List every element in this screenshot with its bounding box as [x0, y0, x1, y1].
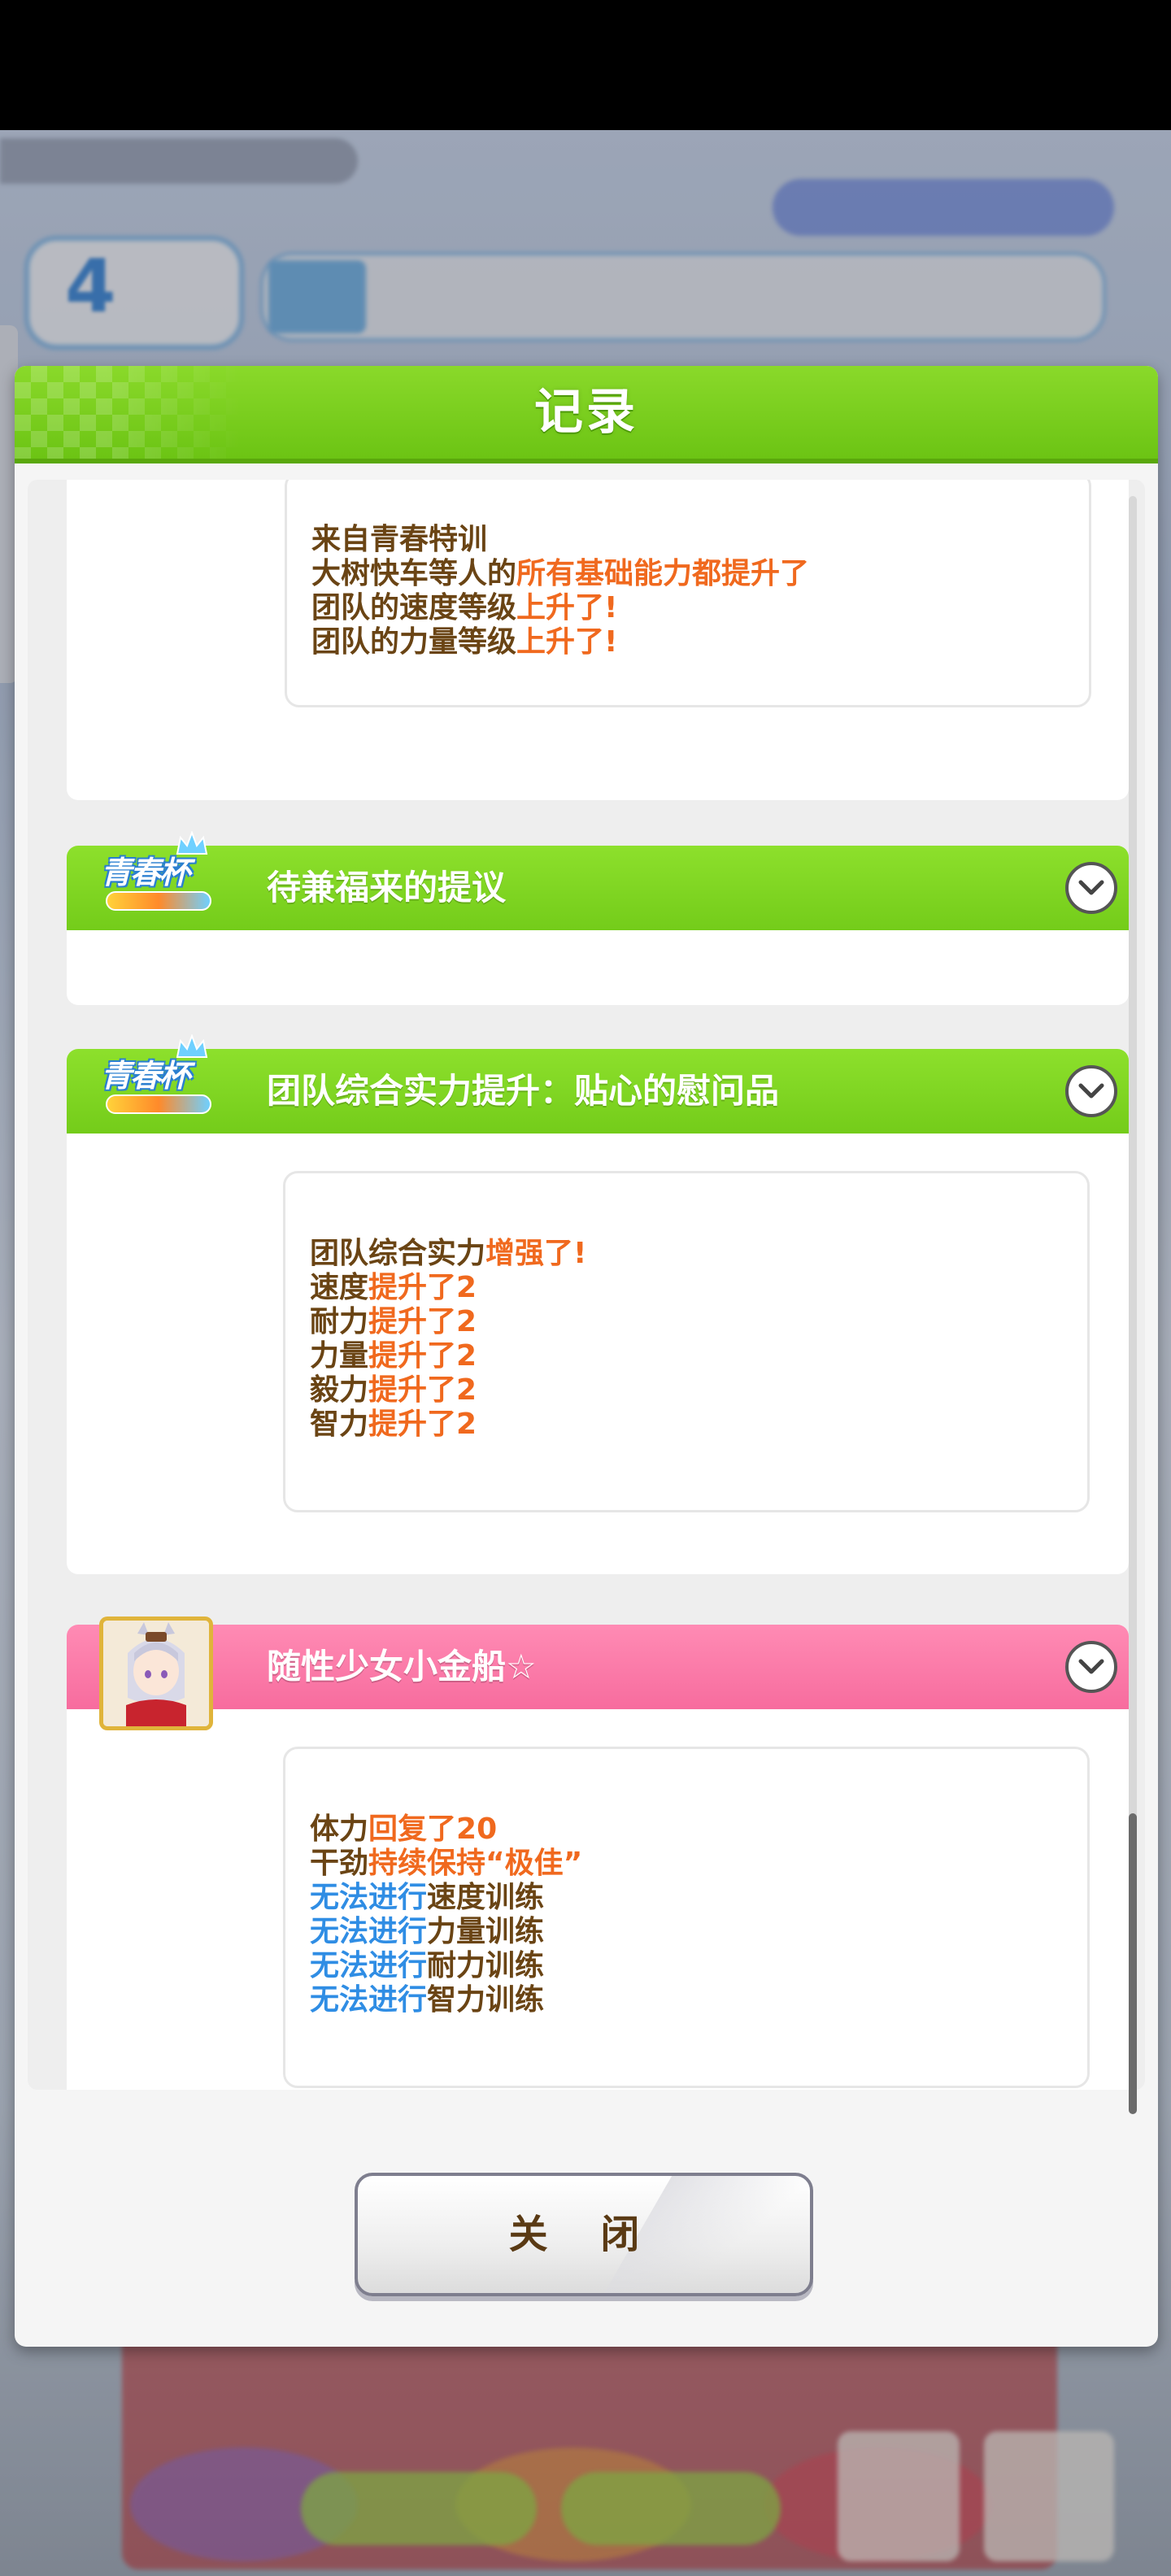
record-line: 无法进行智力训练 [310, 1983, 545, 2017]
record-line: 大树快车等人的所有基础能力都提升了 [311, 557, 810, 590]
character-portrait-avatar [99, 1617, 213, 1730]
dialog-header: 记录 [15, 366, 1158, 463]
chevron-down-icon[interactable] [1065, 862, 1117, 914]
record-card: 青春杯 团队综合实力提升：贴心的慰问品 团队综合实力增强了! 速度提升了2 耐力… [67, 1034, 1129, 1574]
youth-cup-logo-icon: 青春杯 [94, 831, 224, 925]
scrollbar-thumb[interactable] [1129, 1813, 1137, 2114]
record-line: 体力回复了20 [310, 1812, 498, 1846]
record-dialog: 记录 来自青春特训 大树快车等人的所有基础能力都提升了 团队的速度等级上升了! … [15, 366, 1158, 2347]
chevron-down-icon[interactable] [1065, 1065, 1117, 1117]
record-scroll-area[interactable]: 来自青春特训 大树快车等人的所有基础能力都提升了 团队的速度等级上升了! 团队的… [28, 480, 1145, 2090]
youth-cup-logo-icon: 青春杯 [94, 1034, 224, 1129]
status-bar [0, 0, 1171, 130]
record-line: 耐力提升了2 [310, 1305, 477, 1338]
card-banner[interactable]: 青春杯 团队综合实力提升：贴心的慰问品 [67, 1034, 1129, 1134]
record-line: 智力提升了2 [310, 1408, 477, 1441]
record-text-box: 团队综合实力增强了! 速度提升了2 耐力提升了2 力量提升了2 毅力提升了2 智… [283, 1171, 1090, 1512]
record-card: 青春杯 待兼福来的提议 [67, 831, 1129, 1005]
card-banner[interactable]: 青春杯 待兼福来的提议 [67, 831, 1129, 930]
record-line: 力量提升了2 [310, 1339, 477, 1373]
record-line: 团队综合实力增强了! [310, 1237, 587, 1270]
record-text-box: 体力回复了20 干劲持续保持“极佳” 无法进行速度训练 无法进行力量训练 无法进… [283, 1747, 1090, 2088]
card-title: 待兼福来的提议 [267, 868, 507, 907]
close-button-label: 关 闭 [508, 2212, 660, 2257]
record-line: 无法进行力量训练 [310, 1915, 545, 1948]
record-line: 无法进行耐力训练 [310, 1949, 545, 1982]
chevron-down-icon[interactable] [1065, 1641, 1117, 1693]
record-line: 团队的速度等级上升了! [311, 591, 618, 624]
record-line: 团队的力量等级上升了! [311, 625, 618, 659]
record-line: 毅力提升了2 [310, 1373, 477, 1407]
close-button[interactable]: 关 闭 [355, 2173, 813, 2296]
card-banner[interactable]: 随性少女小金船☆ [67, 1617, 1129, 1730]
record-line: 速度提升了2 [310, 1271, 477, 1304]
record-line: 干劲持续保持“极佳” [310, 1847, 583, 1880]
card-title: 随性少女小金船☆ [267, 1647, 537, 1686]
record-card: 随性少女小金船☆ 体力回复了20 干劲持续保持“极佳” 无法进行速度训练 无法进… [67, 1617, 1129, 2090]
record-line: 无法进行速度训练 [310, 1881, 545, 1914]
record-line: 来自青春特训 [311, 523, 488, 556]
record-text-box: 来自青春特训 大树快车等人的所有基础能力都提升了 团队的速度等级上升了! 团队的… [285, 480, 1091, 707]
dialog-title: 记录 [534, 384, 638, 441]
card-title: 团队综合实力提升：贴心的慰问品 [267, 1071, 780, 1111]
record-card: 来自青春特训 大树快车等人的所有基础能力都提升了 团队的速度等级上升了! 团队的… [67, 480, 1129, 800]
